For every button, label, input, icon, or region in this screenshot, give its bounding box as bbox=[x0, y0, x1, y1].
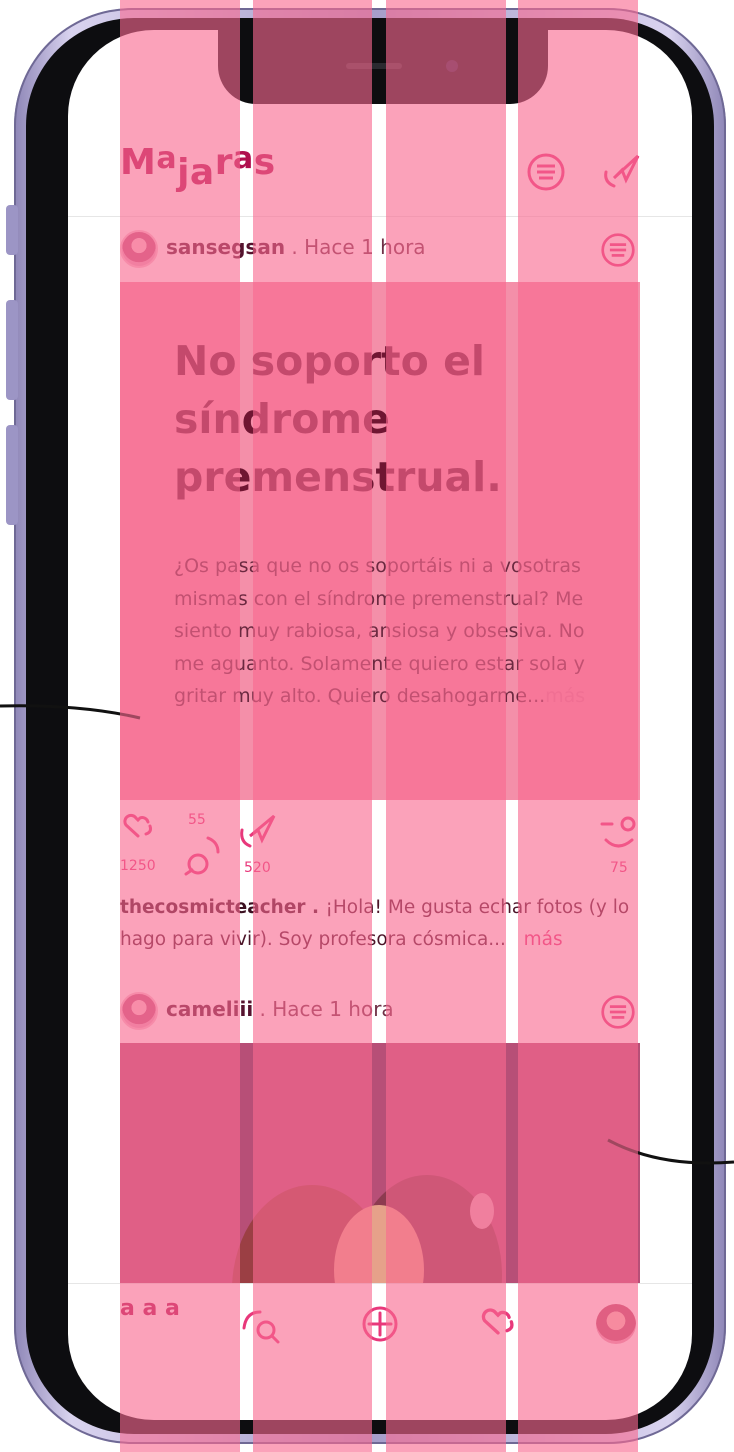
share-icon[interactable] bbox=[236, 812, 278, 856]
reaction-face-icon[interactable] bbox=[596, 812, 640, 860]
post-caption: thecosmicteacher . ¡Hola! Me gusta echar… bbox=[120, 897, 630, 950]
post-time: . Hace 1 hora bbox=[253, 997, 394, 1021]
heart-icon[interactable] bbox=[478, 1306, 518, 1346]
send-icon[interactable] bbox=[600, 152, 642, 192]
caption-username[interactable]: thecosmicteacher bbox=[120, 897, 306, 918]
mute-switch bbox=[6, 205, 18, 255]
photo-hair-tie bbox=[470, 1193, 494, 1229]
post-body: ¿Os pasa que no os soportáis ni a vosotr… bbox=[174, 555, 586, 707]
list-circle-icon[interactable] bbox=[526, 152, 566, 192]
search-icon[interactable] bbox=[240, 1306, 284, 1350]
shares-count: 520 bbox=[244, 860, 271, 876]
tabbar-divider bbox=[68, 1283, 692, 1284]
profile-avatar[interactable] bbox=[596, 1304, 636, 1344]
username-link[interactable]: sansegsan bbox=[166, 235, 285, 259]
post-card[interactable]: No soporto el síndrome premenstrual. ¿Os… bbox=[120, 282, 640, 800]
volume-up-button bbox=[6, 300, 18, 400]
header-divider bbox=[68, 216, 692, 217]
post-photo[interactable] bbox=[120, 1043, 640, 1283]
screen: Majaras sansegsan . Hace 1 hora No sopor… bbox=[68, 30, 692, 1420]
heart-icon[interactable] bbox=[120, 812, 156, 848]
comments-count: 55 bbox=[188, 812, 206, 828]
post-author: cameliii . Hace 1 hora bbox=[166, 997, 394, 1021]
text-aa-icon[interactable]: a a a bbox=[120, 1298, 180, 1320]
add-circle-icon[interactable] bbox=[360, 1304, 400, 1348]
avatar[interactable] bbox=[120, 230, 158, 268]
speaker-grille bbox=[346, 63, 402, 69]
comment-icon[interactable] bbox=[178, 834, 228, 882]
volume-down-button bbox=[6, 425, 18, 525]
post-author: sansegsan . Hace 1 hora bbox=[166, 235, 426, 259]
app-logo: Majaras bbox=[120, 141, 276, 193]
more-link[interactable]: más bbox=[545, 685, 585, 707]
caption-more-link[interactable]: más bbox=[524, 929, 563, 950]
post-options-icon[interactable] bbox=[600, 994, 636, 1030]
reactions-count: 75 bbox=[610, 860, 628, 876]
username-link[interactable]: cameliii bbox=[166, 997, 253, 1021]
post-title: No soporto el síndrome premenstrual. bbox=[174, 337, 502, 501]
post-options-icon[interactable] bbox=[600, 232, 636, 268]
avatar[interactable] bbox=[120, 992, 158, 1030]
likes-count: 1250 bbox=[120, 858, 156, 874]
notch bbox=[218, 30, 548, 104]
post-time: . Hace 1 hora bbox=[285, 235, 426, 259]
front-camera bbox=[446, 60, 458, 72]
